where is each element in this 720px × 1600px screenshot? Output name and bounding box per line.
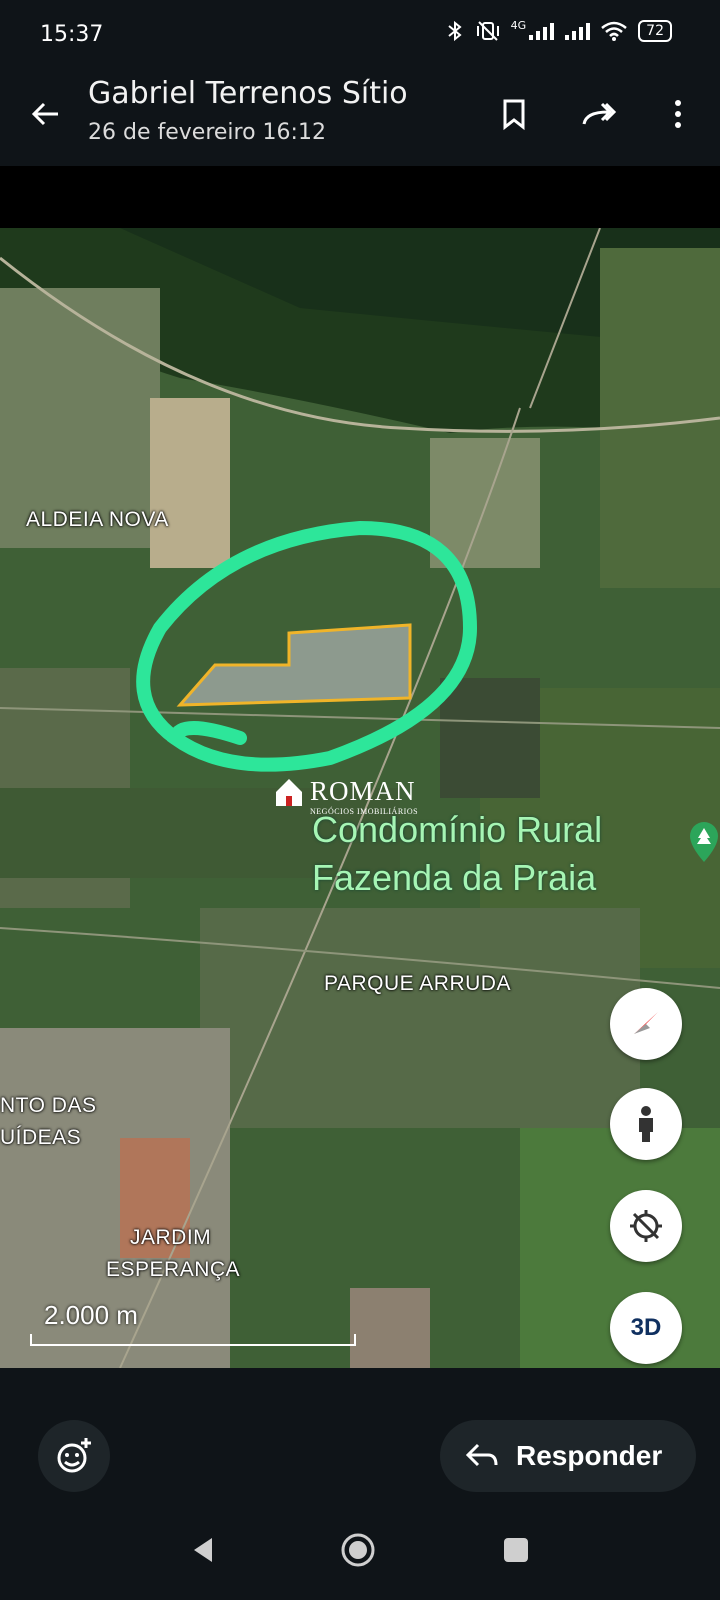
- condo-line-1: Condomínio Rural: [312, 809, 603, 850]
- emoji-add-icon: [57, 1438, 91, 1473]
- place-label-aldeia-nova: ALDEIA NOVA: [26, 508, 169, 531]
- status-bar: 15:37 4G 72: [0, 0, 720, 70]
- watermark-name: ROMAN: [310, 776, 416, 806]
- place-label-parque-arruda: PARQUE ARRUDA: [324, 972, 511, 995]
- forward-icon[interactable]: [578, 92, 622, 136]
- signal-icon: [565, 23, 591, 40]
- react-button[interactable]: [38, 1420, 110, 1492]
- condo-line-2: Fazenda da Praia: [312, 857, 597, 898]
- scale-label: 2.000 m: [44, 1300, 138, 1330]
- image-letterbox: [0, 166, 720, 228]
- 3d-label: 3D: [630, 1314, 662, 1341]
- bookmark-icon[interactable]: [492, 92, 536, 136]
- message-timestamp: 26 de fevereiro 16:12: [88, 120, 326, 145]
- park-pin-icon: [690, 822, 718, 862]
- place-label-jardim-1: JARDIM: [130, 1226, 212, 1249]
- person-icon: [639, 1106, 653, 1142]
- scale-bar: [30, 1334, 356, 1346]
- mute-vibrate-icon: [476, 21, 499, 41]
- chat-header: Gabriel Terrenos Sítio 26 de fevereiro 1…: [0, 70, 720, 166]
- more-vert-icon[interactable]: [656, 92, 700, 136]
- battery-icon: 72: [638, 20, 672, 42]
- signal-icon: [529, 23, 555, 40]
- reply-icon: [465, 1443, 498, 1467]
- nav-home-icon[interactable]: [338, 1530, 378, 1570]
- bluetooth-icon: [448, 20, 462, 42]
- network-type: 4G: [510, 18, 527, 32]
- house-icon: [276, 779, 302, 806]
- nav-back-icon[interactable]: [184, 1530, 224, 1570]
- 3d-button[interactable]: 3D: [610, 1292, 682, 1364]
- compass-button[interactable]: [610, 988, 682, 1060]
- nav-recents-icon[interactable]: [496, 1530, 536, 1570]
- compass-icon: [634, 1012, 658, 1034]
- street-view-button[interactable]: [610, 1088, 682, 1160]
- status-icons: 4G 72: [445, 18, 672, 42]
- place-label-jardim-2: ESPERANÇA: [106, 1258, 241, 1281]
- location-off-icon: [630, 1210, 662, 1242]
- place-label-condominio: Condomínio Rural Fazenda da Praia: [312, 806, 602, 902]
- status-time: 15:37: [40, 22, 104, 47]
- map-image[interactable]: ALDEIA NOVA ROMAN NEGÓCIOS IMOBILIÁRIOS …: [0, 228, 720, 1368]
- location-button[interactable]: [610, 1190, 682, 1262]
- wifi-icon: [601, 21, 627, 41]
- place-label-das-1: NTO DAS: [0, 1094, 97, 1117]
- place-label-das-2: UÍDEAS: [0, 1126, 82, 1149]
- chat-title: Gabriel Terrenos Sítio: [88, 76, 408, 111]
- back-arrow-icon[interactable]: [24, 92, 68, 136]
- reply-button[interactable]: Responder: [440, 1420, 696, 1492]
- reply-label: Responder: [516, 1440, 663, 1471]
